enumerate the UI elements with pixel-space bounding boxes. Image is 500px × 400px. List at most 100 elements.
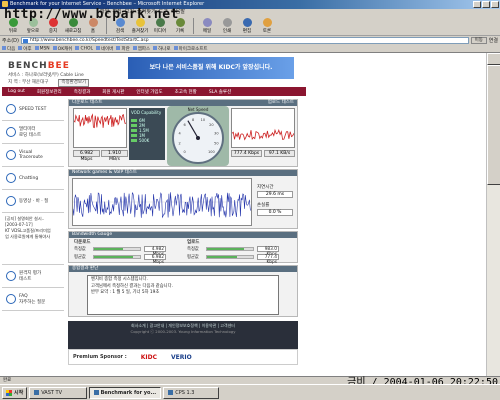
page-content: BENCHBEE 서비스 : 하나로(보라넷/무) Cable Line 지 역… xyxy=(0,53,486,376)
link-item[interactable]: 파란 xyxy=(116,46,129,52)
download-kbs: 1.910 MB/s xyxy=(101,150,128,162)
footer-link[interactable]: 고객센터 xyxy=(220,323,235,328)
gauge-tick-label: 0 xyxy=(183,150,185,154)
sidebar-item-traceroute[interactable]: Visual Traceroute xyxy=(2,144,64,167)
nav-logout[interactable]: Log out xyxy=(2,89,31,94)
link-item[interactable]: 엠파스 xyxy=(133,46,150,52)
start-button[interactable]: 시작 xyxy=(2,386,28,399)
maximize-button[interactable] xyxy=(482,1,490,8)
mail-button[interactable]: 메일 xyxy=(198,18,216,34)
link-item[interactable]: CHOL xyxy=(75,46,93,51)
address-label: 주소(D) xyxy=(2,38,19,44)
traceroute-icon xyxy=(6,150,16,160)
footer-link[interactable]: 광고안내 xyxy=(150,323,165,328)
scroll-thumb[interactable] xyxy=(487,65,500,185)
faq-icon xyxy=(6,294,16,304)
go-button[interactable]: 이동 xyxy=(470,37,487,44)
gauge-tick-label: 20 xyxy=(209,123,213,127)
jitter-panel: Network games & VoIP 테스트 지연시간 29.6 ms 손실… xyxy=(68,169,298,229)
printer-icon xyxy=(222,18,232,27)
gauge-title: Net Speed xyxy=(187,107,209,112)
watermark-text: http://www.bcpark.net xyxy=(4,7,179,22)
link-item[interactable]: 야후 xyxy=(18,46,31,52)
minimize-button[interactable] xyxy=(473,1,481,8)
down-average-bar xyxy=(93,255,141,259)
up-average-bar xyxy=(206,255,254,259)
nav-results[interactable]: 측정결과 xyxy=(68,89,97,95)
sidebar-item-remote-test[interactable]: 원격지 평가 테스트 xyxy=(2,265,64,288)
copyright: Copyright ⓒ 2000-2003. Young Information… xyxy=(130,329,236,334)
task-benchmark[interactable]: Benchmark for yo... xyxy=(89,386,162,399)
ping-label: 지연시간 xyxy=(257,185,274,190)
up-measured-fill xyxy=(207,248,244,250)
vod-capability: VOD Capability 6M 2M 1.5M 1M 500K xyxy=(129,108,165,160)
sponsor-label: Premium Sponsor : xyxy=(73,354,127,360)
link-item[interactable]: 하나로 xyxy=(153,46,170,52)
environment-button[interactable]: 측정환경보기 xyxy=(58,79,90,87)
status-text: 완료 xyxy=(3,378,12,383)
speedometer-icon xyxy=(6,104,16,114)
link-item[interactable]: 네이버 xyxy=(96,46,113,52)
video-icon xyxy=(6,196,16,206)
footer-link[interactable]: 회사소개 xyxy=(131,323,146,328)
window-controls xyxy=(473,1,499,8)
upload-kbps: 777.4 Kbps xyxy=(231,150,262,157)
nav-board[interactable]: 회원 게시판 xyxy=(96,89,130,95)
link-item[interactable]: 마이크로소프트 xyxy=(174,46,208,52)
edit-button[interactable]: 편집 xyxy=(238,18,256,34)
jitter-graph xyxy=(72,178,252,226)
result-panel: 종합결과 판단 벤치비 종합 측정 시스템입니다. 고객님께서 측정하신 결과는… xyxy=(68,265,298,317)
chat-icon xyxy=(6,173,16,183)
gauge-tick-label: 100 xyxy=(208,150,215,154)
gauge-tick-label: 2 xyxy=(178,141,180,145)
nav-member[interactable]: 회원정보관리 xyxy=(31,89,68,95)
gauge-tick-label: 30 xyxy=(214,132,218,136)
down-average-fill xyxy=(94,256,134,258)
result-textarea[interactable]: 벤치비 종합 측정 시스템입니다. 고객님께서 측정하신 결과는 다음과 같습니… xyxy=(87,275,279,315)
link-item[interactable]: 다음 xyxy=(2,46,15,52)
sponsor-kidc-logo[interactable]: KIDC xyxy=(141,354,157,361)
site-logo[interactable]: BENCHBEE xyxy=(8,61,70,71)
gauge-svg: 02468 10203050100 xyxy=(167,106,229,166)
app-icon xyxy=(34,390,40,395)
sponsor-verio-logo[interactable]: VERIO xyxy=(171,354,192,361)
close-button[interactable] xyxy=(491,1,499,8)
result-panel-header: 종합결과 판단 xyxy=(69,266,297,272)
ping-value: 29.6 ms xyxy=(257,191,293,198)
down-measured-bar xyxy=(93,247,141,251)
windows-logo-icon xyxy=(6,389,12,396)
gauge-tick-label: 50 xyxy=(214,141,218,145)
nav-sla[interactable]: SLA 솔루션 xyxy=(203,89,237,95)
sidebar-item-chatting[interactable]: Chatting xyxy=(2,167,64,190)
jitter-panel-header: Network games & VoIP 테스트 xyxy=(69,170,297,176)
remote-icon xyxy=(6,271,16,281)
link-item[interactable]: OK캐쉬 xyxy=(53,46,73,52)
nav-status[interactable]: 초고속 현황 xyxy=(169,89,203,95)
link-item[interactable]: MSN xyxy=(35,46,50,51)
vod-led xyxy=(131,119,137,122)
vertical-scrollbar[interactable] xyxy=(486,53,500,376)
scroll-up-button[interactable] xyxy=(487,53,500,65)
sidebar-item-faq[interactable]: FAQ 자주하는 질문 xyxy=(2,288,64,311)
address-input[interactable]: http://www.benchbee.co.kr/Speedtest/Test… xyxy=(20,37,469,44)
sidebar-item-multimeter[interactable]: 멀티미터 로딩 테스트 xyxy=(2,121,64,144)
download-mbps: 6.982 Mbps xyxy=(73,150,100,162)
sidebar-item-video[interactable]: 동영상 · 바 · 질 xyxy=(2,190,64,213)
site-footer: 회사소개 | 광고안내 | 개인정보보호정책 | 이용약관 | 고객센터 Cop… xyxy=(68,321,298,349)
nav-guide[interactable]: 인터넷 가입도 xyxy=(130,89,168,95)
download-graph xyxy=(73,108,127,148)
footer-link[interactable]: 이용약관 xyxy=(202,323,217,328)
print-button[interactable]: 인쇄 xyxy=(218,18,236,34)
mail-icon xyxy=(202,18,212,27)
task-cps[interactable]: CPS 1.3 xyxy=(163,386,220,399)
address-url: http://www.benchbee.co.kr/Speedtest/Test… xyxy=(29,38,149,43)
gauge-tick-label: 8 xyxy=(192,118,194,122)
footer-link[interactable]: 개인정보보호정책 xyxy=(168,323,197,328)
multimeter-icon xyxy=(6,127,16,137)
task-vast-tv[interactable]: VAST TV xyxy=(29,386,88,399)
gauge-tick-label: 10 xyxy=(201,118,205,122)
discuss-button[interactable]: 토론 xyxy=(258,18,276,34)
sidebar-item-speed-test[interactable]: SPEED TEST xyxy=(2,98,64,121)
news-item[interactable]: 업 사용료원에게 통해야사 xyxy=(5,234,61,240)
kidc-banner[interactable]: 보다 나은 서비스품질 위해 KIDC가 앞장섭니다. xyxy=(128,57,294,79)
